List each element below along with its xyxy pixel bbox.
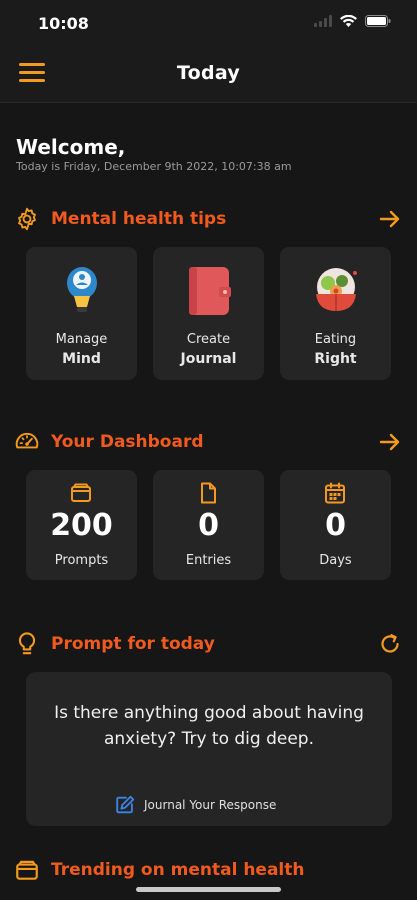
- welcome-heading: Welcome,: [16, 135, 126, 159]
- journal-book-icon: [189, 267, 231, 315]
- prompt-section-header: Prompt for today: [14, 631, 402, 657]
- wifi-icon: [340, 15, 357, 27]
- dashboard-label: Days: [319, 553, 352, 568]
- tip-card-line2: Mind: [62, 351, 101, 367]
- dashboard-value: 0: [198, 508, 219, 543]
- dashboard-label: Prompts: [54, 553, 109, 568]
- document-icon: [201, 482, 216, 504]
- dashboard-card-entries[interactable]: 0 Entries: [153, 470, 264, 580]
- arrow-right-icon[interactable]: [378, 430, 402, 454]
- box-icon: [16, 860, 38, 880]
- journal-response-button[interactable]: Journal Your Response: [114, 794, 276, 816]
- status-time: 10:08: [38, 14, 89, 33]
- refresh-icon[interactable]: [378, 632, 402, 656]
- journal-response-label: Journal Your Response: [144, 798, 277, 812]
- nav-bar: Today: [0, 46, 417, 103]
- trending-section-title: Trending on mental health: [51, 860, 305, 880]
- dashboard-card-prompts[interactable]: 200 Prompts: [26, 470, 137, 580]
- dashboard-section-title: Your Dashboard: [51, 432, 204, 452]
- dashboard-label: Entries: [185, 553, 232, 568]
- calendar-icon: [325, 482, 345, 504]
- arrow-right-icon[interactable]: [378, 207, 402, 231]
- dashboard-section-header: Your Dashboard: [14, 429, 402, 455]
- status-bar: 10:08: [0, 0, 417, 46]
- date-text: Today is Friday, December 9th 2022, 10:0…: [16, 160, 292, 173]
- tip-card-line1: Eating: [314, 332, 357, 347]
- tip-card-create-journal[interactable]: Create Journal: [153, 247, 264, 380]
- tip-card-line2: Right: [314, 351, 357, 367]
- edit-icon: [116, 795, 135, 814]
- tip-card-line2: Journal: [180, 351, 237, 367]
- food-bowl-icon: [316, 268, 357, 311]
- dashboard-value: 0: [325, 508, 346, 543]
- battery-icon: [365, 15, 391, 27]
- tip-card-eating-right[interactable]: Eating Right: [280, 247, 391, 380]
- tip-card-line1: Create: [186, 332, 231, 347]
- speedometer-icon: [15, 432, 39, 449]
- lightbulb-icon: [19, 632, 35, 655]
- tip-card-manage-mind[interactable]: Manage Mind: [26, 247, 137, 380]
- gear-icon: [18, 207, 36, 231]
- prompt-card: Is there anything good about having anxi…: [26, 672, 392, 826]
- lightbulb-head-icon: [67, 267, 97, 312]
- tips-section-header: Mental health tips: [14, 206, 402, 232]
- box-icon: [71, 483, 91, 502]
- home-indicator[interactable]: [136, 887, 281, 892]
- page-title: Today: [176, 62, 241, 84]
- dashboard-value: 200: [50, 508, 113, 543]
- trending-section-header: Trending on mental health: [14, 857, 402, 883]
- tips-section-title: Mental health tips: [51, 209, 227, 229]
- dashboard-card-days[interactable]: 0 Days: [280, 470, 391, 580]
- prompt-text: Is there anything good about having anxi…: [54, 703, 364, 749]
- signal-icon: [314, 15, 332, 27]
- prompt-section-title: Prompt for today: [51, 634, 215, 654]
- tip-card-line1: Manage: [55, 332, 108, 347]
